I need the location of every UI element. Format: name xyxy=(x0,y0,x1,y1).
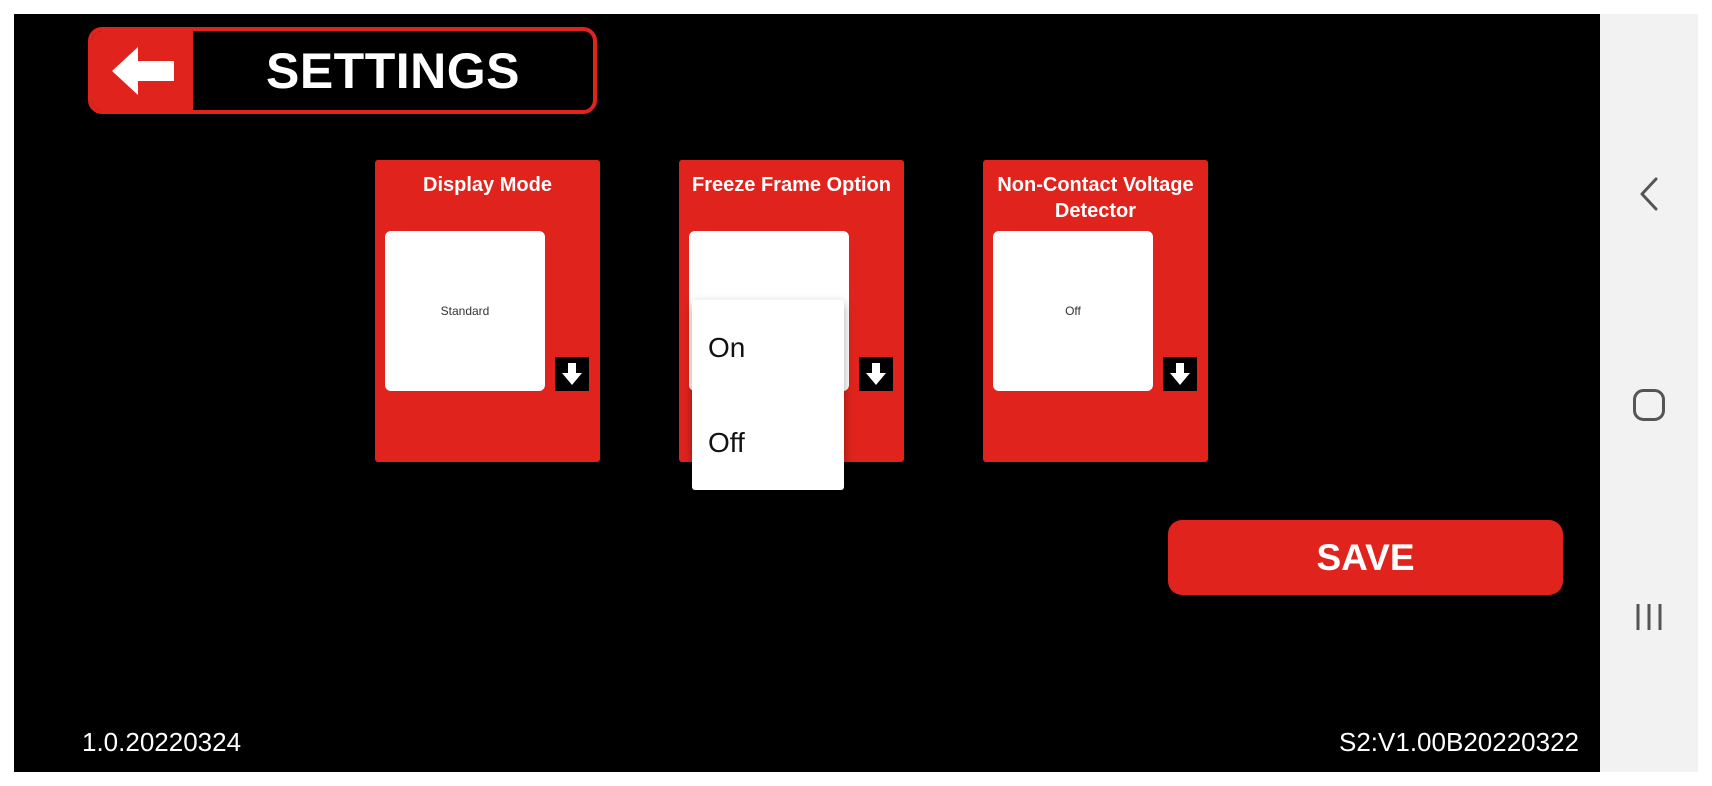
arrow-down-icon xyxy=(866,363,886,385)
voltage-detector-dropdown-button[interactable] xyxy=(1163,357,1197,391)
display-mode-dropdown-button[interactable] xyxy=(555,357,589,391)
back-icon xyxy=(1640,177,1658,211)
nav-back-button[interactable] xyxy=(1600,154,1698,234)
freeze-frame-title: Freeze Frame Option xyxy=(692,174,891,196)
voltage-detector-title: Non-Contact Voltage Detector xyxy=(997,174,1194,222)
recent-apps-icon xyxy=(1636,604,1662,630)
voltage-detector-card: Non-Contact Voltage Detector Off xyxy=(983,160,1208,462)
nav-recent-apps-button[interactable] xyxy=(1600,577,1698,657)
arrow-down-icon xyxy=(1170,363,1190,385)
display-mode-card: Display Mode Standard xyxy=(375,160,600,462)
page-title: SETTINGS xyxy=(265,42,521,99)
freeze-frame-dropdown-menu: On Off xyxy=(692,300,844,490)
system-navbar xyxy=(1600,14,1698,772)
freeze-frame-dropdown-button[interactable] xyxy=(859,357,893,391)
voltage-detector-select[interactable]: Off xyxy=(993,231,1153,391)
settings-header: SETTINGS xyxy=(88,27,597,114)
arrow-down-icon xyxy=(562,363,582,385)
save-button[interactable]: SAVE xyxy=(1168,520,1563,595)
arrow-left-icon xyxy=(111,46,174,95)
display-mode-title: Display Mode xyxy=(423,174,552,196)
nav-home-button[interactable] xyxy=(1600,365,1698,445)
display-mode-select[interactable]: Standard xyxy=(385,231,545,391)
app-version: 1.0.20220324 xyxy=(82,727,242,757)
dropdown-option-on[interactable]: On xyxy=(692,300,844,395)
back-button[interactable] xyxy=(92,31,193,110)
home-icon xyxy=(1633,389,1665,421)
dropdown-option-off[interactable]: Off xyxy=(692,395,844,490)
firmware-version: S2:V1.00B20220322 xyxy=(1339,727,1579,757)
